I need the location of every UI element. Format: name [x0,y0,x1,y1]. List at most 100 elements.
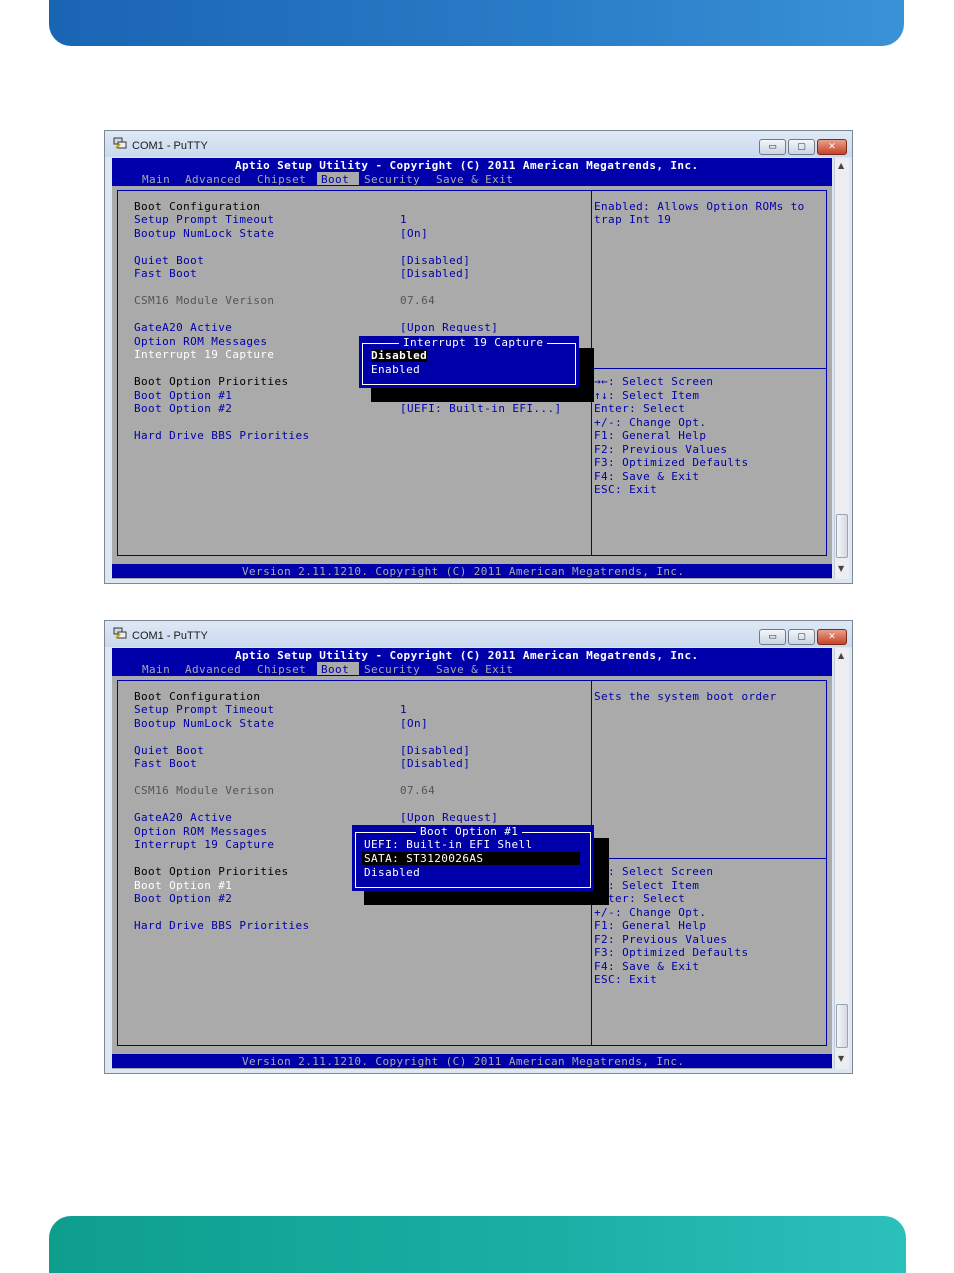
bios-console[interactable]: Aptio Setup Utility - Copyright (C) 2011… [112,158,832,579]
scroll-down-icon[interactable]: ▼ [838,1054,844,1063]
bios-console[interactable]: Aptio Setup Utility - Copyright (C) 2011… [112,648,832,1069]
csm16-label: CSM16 Module Verison [134,784,275,797]
interrupt19-label[interactable]: Interrupt 19 Capture [134,838,274,851]
scroll-up-icon[interactable]: ▲ [838,161,844,170]
option-rom-label[interactable]: Option ROM Messages [134,825,267,838]
popup-option-uefi-shell[interactable]: UEFI: Built-in EFI Shell [364,838,533,851]
bootup-numlock-value[interactable]: [On] [400,227,428,240]
popup-option-enabled[interactable]: Enabled [371,363,420,376]
interrupt19-popup[interactable]: Interrupt 19 Capture Disabled Enabled [359,336,579,388]
help-key-f4: F4: Save & Exit [594,470,700,483]
tab-save-exit[interactable]: Save & Exit [436,663,513,676]
setup-prompt-timeout-value[interactable]: 1 [400,213,407,226]
fast-boot-value[interactable]: [Disabled] [400,267,470,280]
putty-window-boot-option: COM1 - PuTTY ▭ ▢ ✕ Aptio Setup Utility -… [104,620,853,1074]
hdd-bbs-priorities[interactable]: Hard Drive BBS Priorities [134,919,310,932]
quiet-boot-label[interactable]: Quiet Boot [134,254,204,267]
setup-prompt-timeout-label[interactable]: Setup Prompt Timeout [134,703,274,716]
frame-right [826,680,827,1046]
tab-save-exit[interactable]: Save & Exit [436,173,513,186]
csm16-value: 07.64 [400,784,436,797]
scrollbar[interactable]: ▲ ▼ [834,648,849,1069]
hdd-bbs-priorities[interactable]: Hard Drive BBS Priorities [134,429,310,442]
help-text-line-1: Sets the system boot order [594,690,777,703]
tab-advanced[interactable]: Advanced [185,663,241,676]
top-banner [49,0,904,46]
bootup-numlock-value[interactable]: [On] [400,717,428,730]
boot-option-1-label[interactable]: Boot Option #1 [134,879,232,892]
quiet-boot-value[interactable]: [Disabled] [400,254,470,267]
close-button[interactable]: ✕ [817,139,847,155]
section-boot-option-priorities: Boot Option Priorities [134,375,289,388]
section-boot-configuration: Boot Configuration [134,690,261,703]
tab-chipset[interactable]: Chipset [257,173,306,186]
popup-option-sata[interactable]: SATA: ST3120026AS [364,852,483,865]
tab-boot[interactable]: Boot [321,173,349,186]
interrupt19-label[interactable]: Interrupt 19 Capture [134,348,274,361]
close-button[interactable]: ✕ [817,629,847,645]
frame-bottom [117,555,827,556]
tab-main[interactable]: Main [142,663,170,676]
minimize-button[interactable]: ▭ [759,629,786,645]
quiet-boot-value[interactable]: [Disabled] [400,744,470,757]
scroll-down-icon[interactable]: ▼ [838,564,844,573]
help-key-change: +/-: Change Opt. [594,906,707,919]
gatea20-label[interactable]: GateA20 Active [134,321,232,334]
popup-option-disabled[interactable]: Disabled [364,866,420,879]
putty-icon [113,137,127,149]
gatea20-value[interactable]: [Upon Request] [400,811,498,824]
help-key-enter: Enter: Select [594,402,686,415]
scrollbar[interactable]: ▲ ▼ [834,158,849,579]
tab-main[interactable]: Main [142,173,170,186]
boot-option-2-value[interactable]: [UEFI: Built-in EFI...] [400,402,562,415]
title-bar[interactable]: COM1 - PuTTY ▭ ▢ ✕ [105,621,852,647]
help-key-select-item: : Select Item [608,879,700,892]
boot-option-popup[interactable]: Boot Option #1 UEFI: Built-in EFI Shell … [352,825,594,891]
maximize-button[interactable]: ▢ [788,629,815,645]
fast-boot-value[interactable]: [Disabled] [400,757,470,770]
help-key-select-screen: : Select Screen [608,865,714,878]
bios-header: Aptio Setup Utility - Copyright (C) 2011… [235,649,699,662]
minimize-button[interactable]: ▭ [759,139,786,155]
tab-chipset[interactable]: Chipset [257,663,306,676]
bootup-numlock-label[interactable]: Bootup NumLock State [134,717,274,730]
popup-option-disabled[interactable]: Disabled [371,349,428,362]
help-text-line-1: Enabled: Allows Option ROMs to [594,200,805,213]
fast-boot-label[interactable]: Fast Boot [134,757,197,770]
bios-footer: Version 2.11.1210. Copyright (C) 2011 Am… [242,1055,685,1068]
boot-option-1-label[interactable]: Boot Option #1 [134,389,232,402]
help-key-esc: ESC: Exit [594,973,658,986]
help-key-f2: F2: Previous Values [594,933,728,946]
help-key-f4: F4: Save & Exit [594,960,700,973]
boot-option-2-label[interactable]: Boot Option #2 [134,892,232,905]
bootup-numlock-label[interactable]: Bootup NumLock State [134,227,274,240]
option-rom-label[interactable]: Option ROM Messages [134,335,267,348]
fast-boot-label[interactable]: Fast Boot [134,267,197,280]
frame-right [826,190,827,556]
popup-title: Interrupt 19 Capture [399,336,548,349]
quiet-boot-label[interactable]: Quiet Boot [134,744,204,757]
boot-option-2-label[interactable]: Boot Option #2 [134,402,232,415]
maximize-button[interactable]: ▢ [788,139,815,155]
help-key-f2: F2: Previous Values [594,443,728,456]
setup-prompt-timeout-label[interactable]: Setup Prompt Timeout [134,213,274,226]
tab-boot[interactable]: Boot [321,663,349,676]
tab-advanced[interactable]: Advanced [185,173,241,186]
help-key-select-item: ↑↓: Select Item [594,389,700,402]
tab-security[interactable]: Security [364,663,420,676]
tab-security[interactable]: Security [364,173,420,186]
bios-header: Aptio Setup Utility - Copyright (C) 2011… [235,159,699,172]
help-key-esc: ESC: Exit [594,483,658,496]
gatea20-label[interactable]: GateA20 Active [134,811,232,824]
title-bar[interactable]: COM1 - PuTTY ▭ ▢ ✕ [105,131,852,157]
scroll-up-icon[interactable]: ▲ [838,651,844,660]
putty-icon [113,627,127,639]
frame-top [117,190,827,191]
csm16-value: 07.64 [400,294,436,307]
help-key-f3: F3: Optimized Defaults [594,456,749,469]
scroll-thumb[interactable] [836,514,848,558]
help-divider [592,858,826,859]
setup-prompt-timeout-value[interactable]: 1 [400,703,407,716]
gatea20-value[interactable]: [Upon Request] [400,321,498,334]
scroll-thumb[interactable] [836,1004,848,1048]
